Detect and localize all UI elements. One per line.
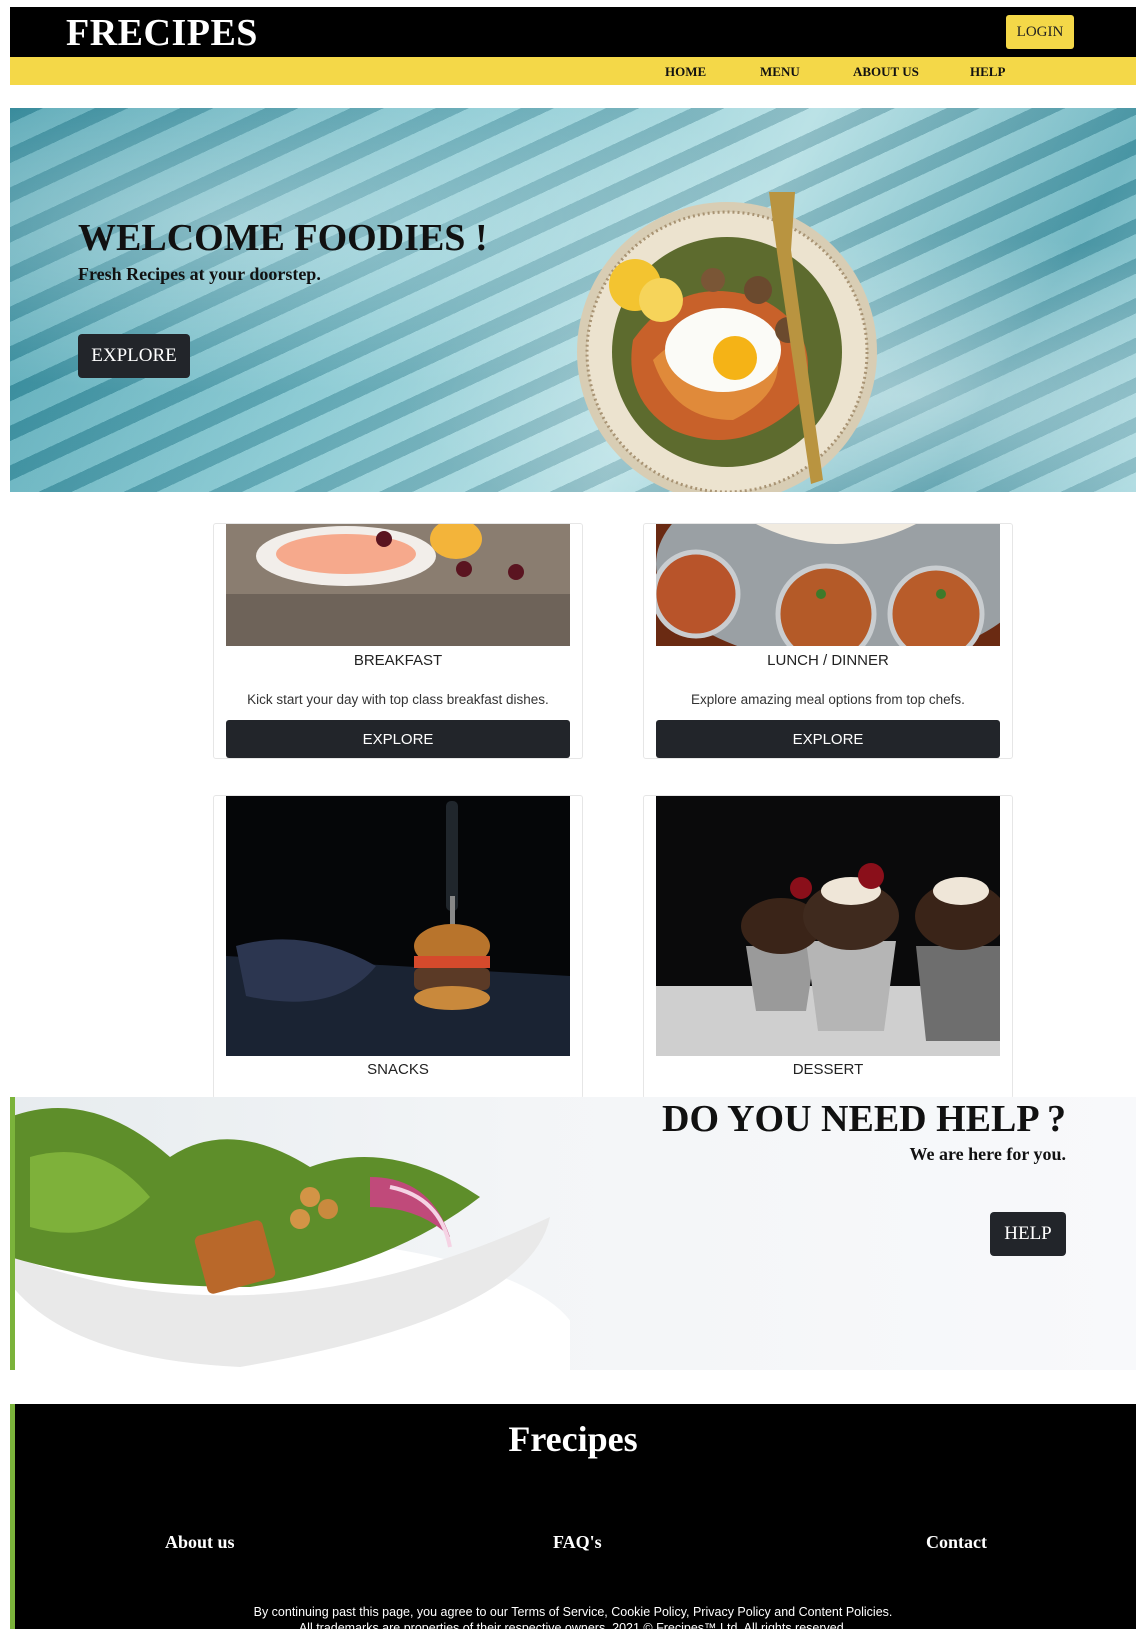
card-lunch-dinner: LUNCH / DINNER Explore amazing meal opti… xyxy=(643,523,1013,759)
nav-help[interactable]: HELP xyxy=(970,64,1005,80)
breakfast-image xyxy=(226,524,570,646)
brand-logo[interactable]: FRECIPES xyxy=(66,11,258,55)
card-title-breakfast: BREAKFAST xyxy=(353,652,443,669)
help-button[interactable]: HELP xyxy=(990,1212,1066,1256)
help-left-accent xyxy=(10,1097,15,1370)
help-banner: DO YOU NEED HELP ? We are here for you. … xyxy=(10,1097,1136,1370)
footer-legal-line-1: By continuing past this page, you agree … xyxy=(253,1605,893,1619)
card-snacks: SNACKS xyxy=(213,795,583,1099)
hero-banner: WELCOME FOODIES ! Fresh Recipes at your … xyxy=(10,108,1136,492)
footer-legal-line-2: All trademarks are properties of their r… xyxy=(298,1621,848,1635)
footer-legal-text: By continuing past this page, you agree … xyxy=(10,1604,1136,1636)
hero-title: WELCOME FOODIES ! xyxy=(78,217,488,259)
top-header: FRECIPES LOGIN xyxy=(10,7,1136,57)
card-text-breakfast: Kick start your day with top class break… xyxy=(247,692,549,707)
help-title: DO YOU NEED HELP ? xyxy=(662,1098,1066,1140)
hero-subtitle: Fresh Recipes at your doorstep. xyxy=(78,264,321,284)
footer-link-faqs[interactable]: FAQ's xyxy=(553,1532,602,1553)
breakfast-explore-button[interactable]: EXPLORE xyxy=(226,720,570,758)
help-subtitle: We are here for you. xyxy=(909,1144,1066,1164)
salad-bowl-image xyxy=(10,1108,570,1370)
footer-link-contact[interactable]: Contact xyxy=(926,1532,987,1553)
card-title-dessert: DESSERT xyxy=(792,1061,864,1078)
nav-home[interactable]: HOME xyxy=(665,64,706,80)
footer: Frecipes About us FAQ's Contact By conti… xyxy=(10,1404,1136,1635)
lunch-dinner-image xyxy=(656,524,1000,646)
footer-link-about[interactable]: About us xyxy=(165,1532,235,1553)
nav-menu[interactable]: MENU xyxy=(760,64,800,80)
nav-bar: HOME MENU ABOUT US HELP xyxy=(10,57,1136,85)
card-title-lunch-dinner: LUNCH / DINNER xyxy=(767,652,889,669)
snacks-image xyxy=(226,796,570,1056)
dessert-image xyxy=(656,796,1000,1056)
nav-about-us[interactable]: ABOUT US xyxy=(853,64,919,80)
lunch-dinner-explore-button[interactable]: EXPLORE xyxy=(656,720,1000,758)
card-text-lunch-dinner: Explore amazing meal options from top ch… xyxy=(691,692,965,707)
hero-explore-button[interactable]: EXPLORE xyxy=(78,334,190,378)
card-title-snacks: SNACKS xyxy=(367,1061,429,1078)
login-button[interactable]: LOGIN xyxy=(1006,15,1074,49)
card-dessert: DESSERT xyxy=(643,795,1013,1099)
footer-brand: Frecipes xyxy=(508,1419,638,1459)
card-breakfast: BREAKFAST Kick start your day with top c… xyxy=(213,523,583,759)
food-plate-image xyxy=(577,192,877,492)
